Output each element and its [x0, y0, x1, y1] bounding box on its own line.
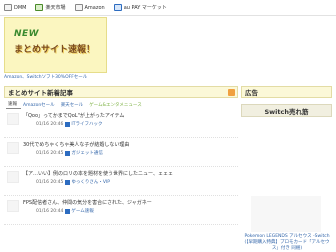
switch-bestseller-header: Switch売れ筋 [241, 104, 332, 117]
tab-rakuten-sale[interactable]: 楽天セール [59, 102, 88, 109]
tab-amazon-sale[interactable]: Amazonセール [21, 102, 59, 109]
article-source[interactable]: ゲーム速報 [71, 208, 93, 214]
article-thumbnail[interactable] [7, 200, 19, 212]
page-icon [4, 4, 12, 11]
article-source[interactable]: ガジェット通信 [71, 150, 103, 156]
article-title[interactable]: 【ア…いい】例のロリの本を題材を使う世界にしたニュー、ェェェ [23, 170, 235, 177]
article-meta: 01/16 20:46 ITライフハック [36, 121, 102, 127]
article-title[interactable]: 「Qoo」ってかまでQoL"が上がったアイテム [23, 112, 235, 119]
top-link-amazon[interactable]: Amazon [74, 4, 105, 11]
article-meta: 01/16 20:44 ゲーム速報 [36, 208, 94, 214]
article-source[interactable]: ゆっくりさん・VIP [71, 179, 110, 185]
tab-news[interactable]: 速報 [6, 101, 21, 109]
main-column: まとめサイト新着記事 速報 Amazonセール 楽天セール ゲーム&エンタメニュ… [4, 86, 238, 252]
aupay-icon [113, 4, 122, 11]
top-link-label: Amazon [84, 4, 105, 11]
article-item[interactable]: 「Qoo」ってかまでQoL"が上がったアイテム 01/16 20:46 ITライ… [4, 109, 238, 138]
article-item[interactable]: 【ア…いい】例のロリの本を題材を使う世界にしたニュー、ェェェ 01/16 20:… [4, 167, 238, 196]
source-icon [65, 150, 71, 156]
article-meta: 01/16 20:45 ガジェット通信 [36, 150, 103, 156]
product-link[interactable]: Pokemon LEGENDS アルセウス -Switch (【早期購入特典】プ… [243, 234, 331, 252]
banner-logo[interactable]: NEW まとめサイト速報！ [4, 17, 107, 73]
article-date: 01/16 20:45 [36, 179, 64, 185]
source-icon [65, 121, 71, 127]
section-title: まとめサイト新着記事 [8, 89, 73, 97]
rakuten-icon [35, 4, 44, 11]
source-icon [65, 179, 71, 185]
article-thumbnail[interactable] [7, 113, 19, 125]
top-link-label: au PAY マーケット [123, 5, 167, 11]
article-title[interactable]: 30代でめちゃくちゃ美人な子が結婚しない理由 [23, 141, 235, 148]
top-link-rakuten[interactable]: 楽天市場 [35, 4, 66, 11]
category-tabs: 速報 Amazonセール 楽天セール ゲーム&エンタメニュース [4, 100, 238, 109]
article-date: 01/16 20:46 [36, 121, 64, 127]
article-date: 01/16 20:45 [36, 150, 64, 156]
article-title[interactable]: FPS配信者さん、仲間の気分を害合にされた、ジャガネー [23, 199, 235, 206]
top-link-aupay[interactable]: au PAY マーケット [113, 4, 167, 11]
article-item[interactable]: FPS配信者さん、仲間の気分を害合にされた、ジャガネー 01/16 20:44 … [4, 196, 238, 225]
sidebar: 広告 Switch売れ筋 Pokemon LEGENDS アルセウス -Swit… [241, 86, 332, 252]
section-header: まとめサイト新着記事 [4, 86, 238, 98]
rss-icon[interactable] [228, 88, 235, 96]
ad-header: 広告 [241, 86, 332, 98]
page-icon [74, 4, 83, 11]
top-link-label: DMM [14, 4, 27, 11]
site-banner[interactable]: NEW まとめサイト速報！ [4, 17, 324, 73]
product-image[interactable] [251, 196, 321, 232]
top-link-bar: DMM 楽天市場 Amazon au PAY マーケット [0, 0, 336, 16]
breadcrumb[interactable]: Amazon、Switchソフト30%OFFセール [4, 74, 324, 84]
article-thumbnail[interactable] [7, 171, 19, 183]
article-source[interactable]: ITライフハック [71, 121, 102, 127]
top-link-label: 楽天市場 [45, 5, 66, 11]
tab-game-news[interactable]: ゲーム&エンタメニュース [87, 102, 146, 109]
banner-title: まとめサイト速報！ [14, 45, 96, 55]
article-item[interactable]: 30代でめちゃくちゃ美人な子が結婚しない理由 01/16 20:45 ガジェット… [4, 138, 238, 167]
article-thumbnail[interactable] [7, 142, 19, 154]
article-meta: 01/16 20:45 ゆっくりさん・VIP [36, 179, 110, 185]
source-icon [65, 208, 71, 214]
article-date: 01/16 20:44 [36, 208, 64, 214]
banner-new-label: NEW [14, 29, 40, 39]
top-link-dmm[interactable]: DMM [4, 4, 26, 11]
